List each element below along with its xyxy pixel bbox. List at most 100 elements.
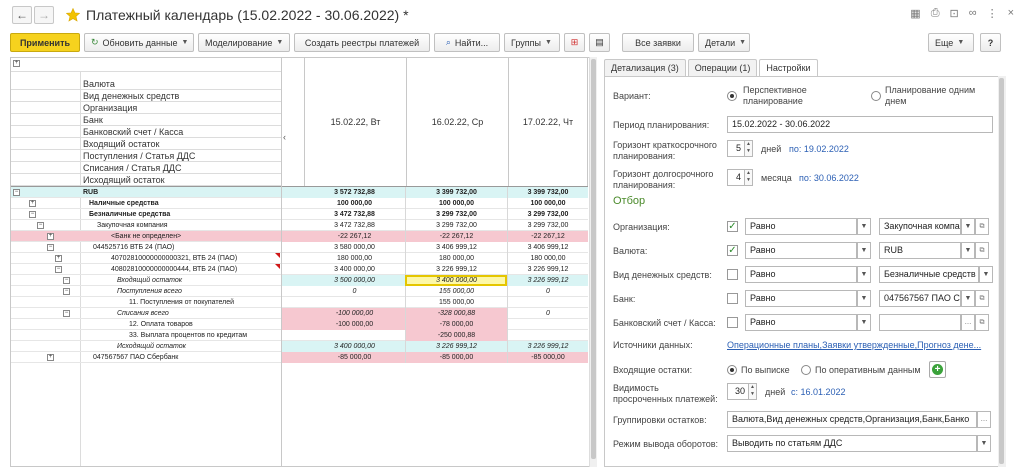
filter-condition-select[interactable]: Равно xyxy=(745,266,857,283)
value-cell[interactable]: 3 226 999,12 xyxy=(405,341,507,352)
value-cell[interactable]: -78 000,00 xyxy=(405,319,507,330)
link-icon[interactable]: ∞ xyxy=(969,7,977,20)
layout-icon[interactable]: ▤ xyxy=(589,33,610,52)
value-cell[interactable]: 100 000,00 xyxy=(507,198,588,209)
long-horizon-stepper[interactable]: ▲ ▼ xyxy=(745,169,753,186)
collapse-icon[interactable]: − xyxy=(29,211,36,218)
filter-condition-select[interactable]: Равно xyxy=(745,218,857,235)
print-icon[interactable]: ⎙ xyxy=(931,7,940,20)
value-cell[interactable]: 3 299 732,00 xyxy=(507,220,588,231)
collapse-icon[interactable]: − xyxy=(63,277,70,284)
period-input[interactable]: 15.02.2022 - 30.06.2022 xyxy=(727,116,993,133)
payment-grid[interactable]: + Валюта Вид денежных средств Организация Б… xyxy=(10,57,597,467)
filter-value-dropdown[interactable]: ▼ xyxy=(961,242,975,259)
value-cell[interactable]: 0 xyxy=(507,308,588,319)
preview-icon[interactable]: ⊡ xyxy=(950,7,959,20)
value-cell[interactable]: -85 000,00 xyxy=(507,352,588,363)
expand-icon[interactable]: + xyxy=(55,255,62,262)
add-incoming-button[interactable]: + xyxy=(929,361,946,378)
forward-button[interactable]: → xyxy=(34,6,54,24)
panel-scrollbar[interactable] xyxy=(998,76,1006,467)
value-cell[interactable]: -22 267,12 xyxy=(507,231,588,242)
filter-value-input[interactable]: RUB xyxy=(879,242,961,259)
open-value-icon[interactable]: ⧉ xyxy=(975,290,989,307)
table-row[interactable]: − Списания всего -100 000,00 -328 000,88 0 xyxy=(11,308,588,319)
groups-button[interactable]: Группы ▼ xyxy=(504,33,560,52)
close-icon[interactable]: × xyxy=(1008,7,1014,20)
value-cell[interactable]: -85 000,00 xyxy=(281,352,405,363)
collapse-icon[interactable]: − xyxy=(63,288,70,295)
visibility-input[interactable]: 30 xyxy=(727,383,749,400)
value-cell[interactable]: -250 000,88 xyxy=(405,330,507,341)
value-cell[interactable]: 3 226 999,12 xyxy=(507,275,588,286)
filter-checkbox[interactable]: ✓ xyxy=(727,245,738,256)
table-row[interactable]: − Безналичные средства 3 472 732,88 3 299 7… xyxy=(11,209,588,220)
collapse-icon[interactable]: − xyxy=(47,244,54,251)
value-cell[interactable] xyxy=(507,319,588,330)
collapse-icon[interactable]: − xyxy=(37,222,44,229)
value-cell[interactable]: 0 xyxy=(281,286,405,297)
tab-operations[interactable]: Операции (1) xyxy=(687,59,758,76)
filter-value-dropdown[interactable]: ▼ xyxy=(961,290,975,307)
value-cell[interactable]: 180 000,00 xyxy=(507,253,588,264)
value-cell[interactable]: 3 226 999,12 xyxy=(405,264,507,275)
filter-value-dropdown[interactable]: … xyxy=(961,314,975,331)
expand-icon[interactable]: + xyxy=(47,354,54,361)
table-row[interactable]: − RUB 3 572 732,88 3 399 732,00 3 399 732,00 xyxy=(11,187,588,198)
table-row[interactable]: +047567567 ПАО Сбербанк -85 000,00 -85 000… xyxy=(11,352,588,363)
incoming-radio-statement[interactable] xyxy=(727,365,737,375)
value-cell[interactable]: 3 226 999,12 xyxy=(507,264,588,275)
table-row[interactable]: + <Банк не определен> -22 267,12 -22 267,12… xyxy=(11,231,588,242)
filter-checkbox[interactable]: ✓ xyxy=(727,221,738,232)
value-cell[interactable] xyxy=(281,330,405,341)
apply-button[interactable]: Применить xyxy=(10,33,80,52)
value-cell[interactable]: 0 xyxy=(507,286,588,297)
value-cell[interactable]: 180 000,00 xyxy=(405,253,507,264)
value-cell[interactable] xyxy=(507,330,588,341)
incoming-radio-operational[interactable] xyxy=(801,365,811,375)
filter-condition-select[interactable]: Равно xyxy=(745,242,857,259)
filter-condition-dropdown[interactable]: ▼ xyxy=(857,266,871,283)
grid-scrollbar[interactable] xyxy=(589,57,597,467)
mode-dropdown-button[interactable]: ▼ xyxy=(977,435,991,452)
incoming-opt2-label[interactable]: По оперативным данным xyxy=(815,365,921,376)
short-horizon-stepper[interactable]: ▲ ▼ xyxy=(745,140,753,157)
value-cell[interactable]: 3 299 732,00 xyxy=(405,220,507,231)
value-cell[interactable]: 3 580 000,00 xyxy=(281,242,405,253)
favorite-star-icon[interactable] xyxy=(66,8,80,22)
open-value-icon[interactable]: ⧉ xyxy=(975,242,989,259)
filter-checkbox[interactable] xyxy=(727,317,738,328)
table-row[interactable]: 33. Выплата процентов по кредитам -250 00… xyxy=(11,330,588,341)
value-cell[interactable]: 3 400 000,00 xyxy=(405,275,507,286)
collapse-icon[interactable]: − xyxy=(13,189,20,196)
collapse-icon[interactable]: − xyxy=(55,266,62,273)
date-column-3-header[interactable]: 17.02.22, Чт xyxy=(508,58,588,186)
visibility-stepper[interactable]: ▲ ▼ xyxy=(749,383,757,400)
modeling-button[interactable]: Моделирование ▼ xyxy=(198,33,290,52)
filter-value-input[interactable]: Безналичные средств xyxy=(879,266,979,283)
value-cell[interactable]: 3 399 732,00 xyxy=(405,187,507,198)
value-cell[interactable]: 3 400 000,00 xyxy=(281,264,405,275)
filter-condition-dropdown[interactable]: ▼ xyxy=(857,290,871,307)
incoming-opt1-label[interactable]: По выписке xyxy=(741,365,790,376)
table-row[interactable]: − Входящий остаток 3 500 000,00 3 400 000,0… xyxy=(11,275,588,286)
groupings-select-button[interactable]: … xyxy=(977,411,991,428)
create-registers-button[interactable]: Создать реестры платежей xyxy=(294,33,430,52)
filter-value-input[interactable]: 047567567 ПАО С xyxy=(879,290,961,307)
long-horizon-link[interactable]: по: 30.06.2022 xyxy=(799,173,859,184)
filter-condition-dropdown[interactable]: ▼ xyxy=(857,314,871,331)
value-cell[interactable]: 3 500 000,00 xyxy=(281,275,405,286)
table-row[interactable]: −044525716 ВТБ 24 (ПАО) 3 580 000,00 3 406… xyxy=(11,242,588,253)
expand-icon[interactable]: + xyxy=(29,200,36,207)
variant-opt1-label[interactable]: Перспективное планирование xyxy=(743,85,853,107)
collapse-icon[interactable]: − xyxy=(63,310,70,317)
tab-settings[interactable]: Настройки xyxy=(759,59,818,77)
table-row[interactable]: +40702810000000000321, ВТБ 24 (ПАО) 180 0… xyxy=(11,253,588,264)
sources-link[interactable]: Операционные планы,Заявки утвержденные,П… xyxy=(727,340,981,351)
expand-all-icon[interactable]: + xyxy=(13,60,20,67)
variant-radio-perspective[interactable] xyxy=(727,91,737,101)
open-value-icon[interactable]: ⧉ xyxy=(975,314,989,331)
date-column-1-header[interactable]: 15.02.22, Вт xyxy=(304,58,406,186)
table-row[interactable]: − 40802810000000000444, ВТБ 24 (ПАО) 3 400… xyxy=(11,264,588,275)
value-cell[interactable]: 3 299 732,00 xyxy=(507,209,588,220)
